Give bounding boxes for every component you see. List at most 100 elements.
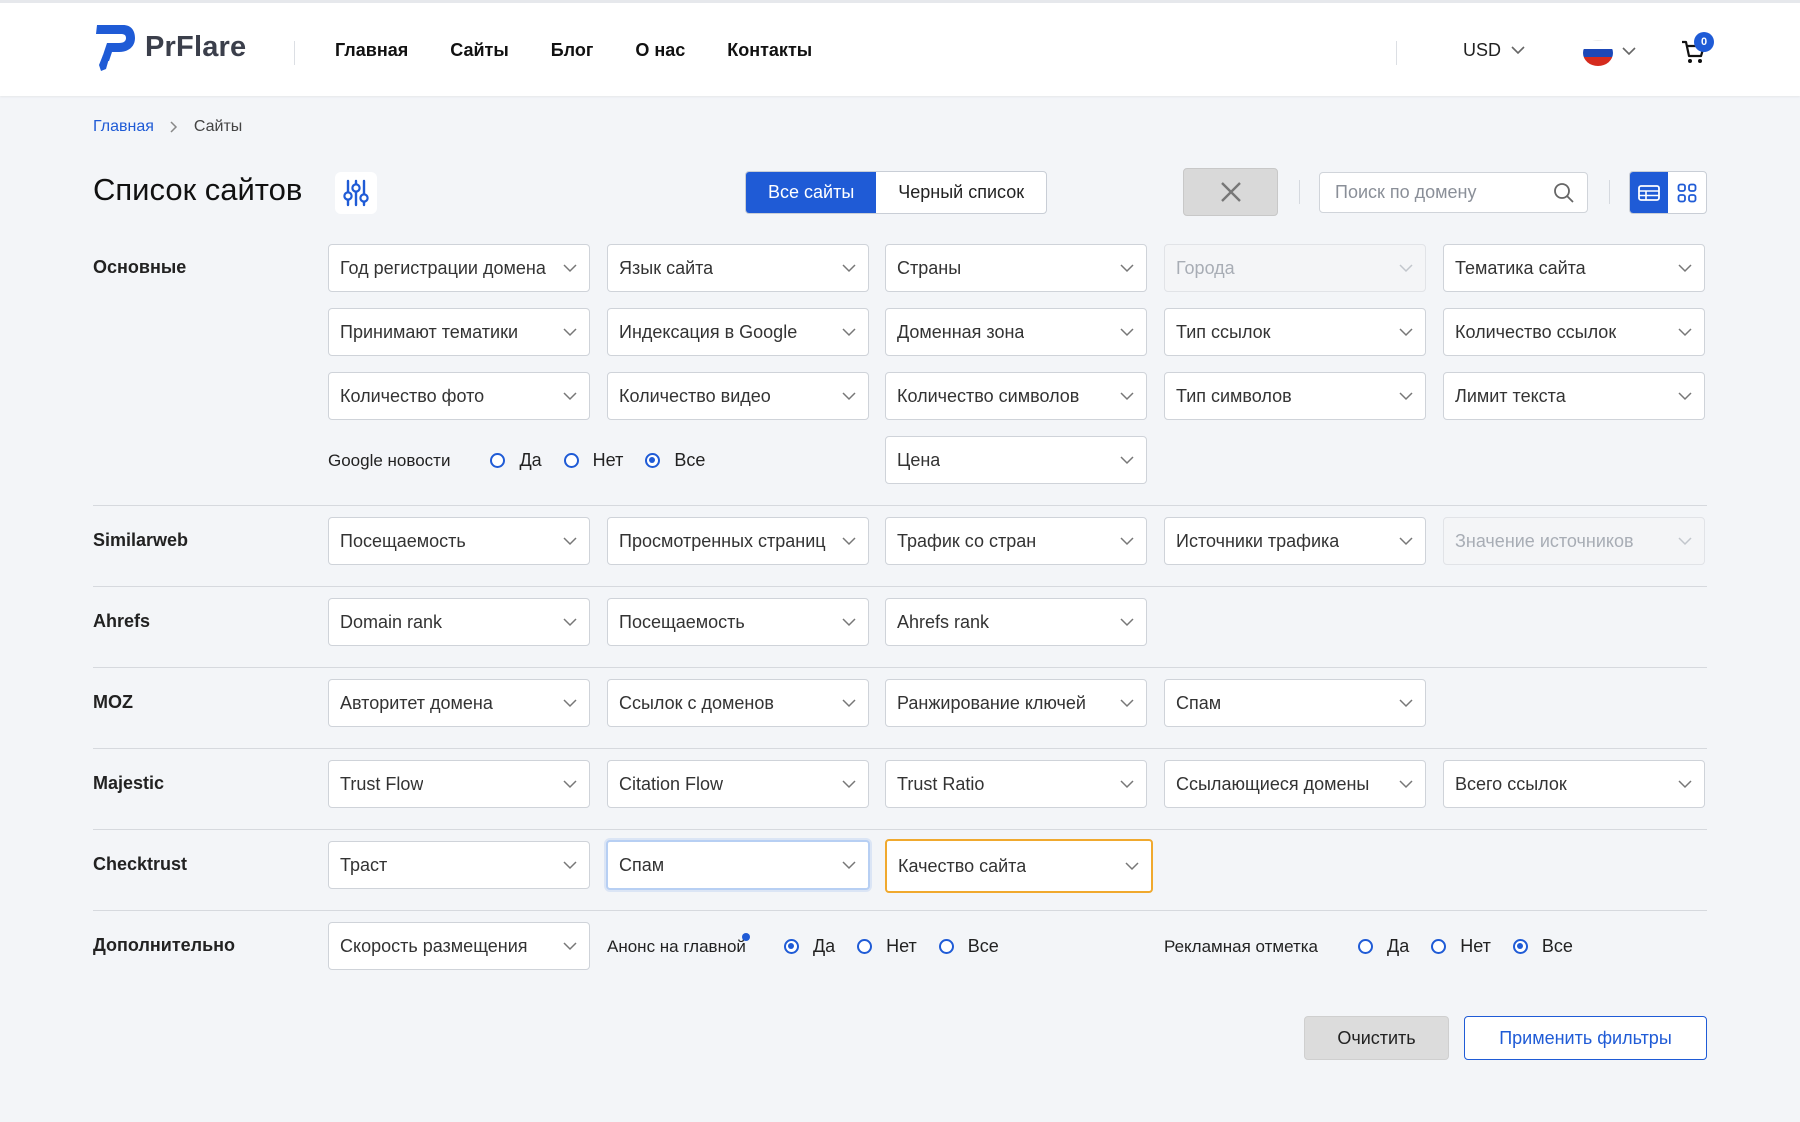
radio-dot[interactable] [1358,939,1374,954]
chevron-down-icon [1399,391,1413,400]
filter-sw-country-traffic[interactable]: Трафик со стран [885,517,1147,565]
chevron-down-icon[interactable] [1622,41,1636,63]
filter-total-links[interactable]: Всего ссылок [1443,760,1705,808]
view-mode-toggle [1629,171,1707,214]
filter-sw-visits[interactable]: Посещаемость [328,517,590,565]
filter-trust-flow[interactable]: Trust Flow [328,760,590,808]
radio-dot[interactable] [857,939,873,954]
clear-filters-button[interactable]: Очистить [1304,1016,1449,1060]
chevron-down-icon [1120,327,1134,336]
info-dot-icon [741,932,750,941]
filter-text-limit[interactable]: Лимит текста [1443,372,1705,420]
apply-filters-button[interactable]: Применить фильтры [1464,1016,1707,1060]
tab-blacklist[interactable]: Черный список [876,172,1046,213]
filter-placement-speed[interactable]: Скорость размещения [328,922,590,970]
chevron-down-icon [563,263,577,272]
nav-about[interactable]: О нас [635,40,685,61]
filter-ahrefs-visits[interactable]: Посещаемость [607,598,869,646]
ad-mark-all[interactable]: Все [1512,936,1573,957]
breadcrumb: Главная Сайты [93,118,242,136]
filter-citation-flow[interactable]: Citation Flow [607,760,869,808]
filter-video-count[interactable]: Количество видео [607,372,869,420]
grid-view-button[interactable] [1668,172,1706,213]
filter-checktrust-trust[interactable]: Траст [328,841,590,889]
nav-contacts[interactable]: Контакты [727,40,812,61]
search-input[interactable] [1335,182,1553,203]
radio-dot[interactable] [938,939,954,954]
table-view-button[interactable] [1630,172,1668,213]
logo[interactable]: PrFlare [93,21,246,73]
flag-ru-icon[interactable] [1583,40,1613,66]
filter-cities-label: Города [1176,257,1235,278]
filter-domain-year[interactable]: Год регистрации домена [328,244,590,292]
filter-photo-count[interactable]: Количество фото [328,372,590,420]
filter-moz-domain-authority[interactable]: Авторитет домена [328,679,590,727]
currency-select[interactable]: USD [1463,40,1525,61]
filter-checktrust-quality[interactable]: Качество сайта [885,839,1153,893]
filter-char-count[interactable]: Количество символов [885,372,1147,420]
filter-sw-traffic-sources[interactable]: Источники трафика [1164,517,1426,565]
filter-moz-keyword-ranking-label: Ранжирование ключей [897,692,1086,713]
radio-dot[interactable] [783,939,799,954]
radio-dot[interactable] [1431,939,1447,954]
filter-google-index[interactable]: Индексация в Google [607,308,869,356]
main-nav: Главная Сайты Блог О нас Контакты [335,40,812,61]
ad-mark-yes[interactable]: Да [1358,936,1409,957]
breadcrumb-home[interactable]: Главная [93,118,154,136]
announce-no[interactable]: Нет [857,936,917,957]
filter-moz-spam[interactable]: Спам [1164,679,1426,727]
search-icon[interactable] [1553,182,1575,204]
header-divider [1396,41,1397,65]
filter-site-language[interactable]: Язык сайта [607,244,869,292]
filter-ahrefs-domain-rank-label: Domain rank [340,611,443,632]
filter-moz-linking-domains[interactable]: Ссылок с доменов [607,679,869,727]
filter-sw-pageviews[interactable]: Просмотренных страниц [607,517,869,565]
filter-site-topic[interactable]: Тематика сайта [1443,244,1705,292]
filter-link-count[interactable]: Количество ссылок [1443,308,1705,356]
filter-ahrefs-visits-label: Посещаемость [619,611,745,632]
chevron-down-icon [1399,536,1413,545]
cart-count-badge: 0 [1694,32,1714,52]
radio-dot[interactable] [1512,939,1528,954]
filter-domain-zone[interactable]: Доменная зона [885,308,1147,356]
page-title: Список сайтов [93,172,303,207]
nav-home[interactable]: Главная [335,40,408,61]
filter-sw-source-value-label: Значение источников [1455,530,1634,551]
ad-mark-no[interactable]: Нет [1431,936,1491,957]
announce-yes[interactable]: Да [783,936,835,957]
announce-all[interactable]: Все [938,936,999,957]
filter-link-type[interactable]: Тип ссылок [1164,308,1426,356]
homepage-announce-label-text: Анонс на главной [607,936,746,956]
filter-accepted-topics[interactable]: Принимают тематики [328,308,590,356]
radio-dot[interactable] [645,453,661,468]
filter-char-type[interactable]: Тип символов [1164,372,1426,420]
google-news-no[interactable]: Нет [563,450,623,471]
filter-checktrust-spam[interactable]: Спам [606,840,870,890]
radio-dot[interactable] [490,453,506,468]
close-filters-button[interactable] [1183,168,1278,216]
radio-dot[interactable] [563,453,579,468]
filter-video-count-label: Количество видео [619,385,771,406]
section-divider [93,910,1707,911]
filter-sw-pageviews-label: Просмотренных страниц [619,530,826,551]
filter-referring-domains[interactable]: Ссылающиеся домены [1164,760,1426,808]
google-news-yes[interactable]: Да [490,450,542,471]
filter-trust-ratio[interactable]: Trust Ratio [885,760,1147,808]
google-news-label: Google новости [328,450,451,470]
filter-price[interactable]: Цена [885,436,1147,484]
tab-all-sites[interactable]: Все сайты [746,172,877,213]
filter-countries-label: Страны [897,257,962,278]
filter-ahrefs-rank[interactable]: Ahrefs rank [885,598,1147,646]
filter-price-label: Цена [897,449,941,470]
chevron-down-icon [1678,536,1692,545]
chevron-down-icon [1120,698,1134,707]
filter-countries[interactable]: Страны [885,244,1147,292]
nav-blog[interactable]: Блог [551,40,594,61]
filter-cities: Города [1164,244,1426,292]
nav-sites[interactable]: Сайты [450,40,508,61]
filter-ahrefs-domain-rank[interactable]: Domain rank [328,598,590,646]
google-news-all[interactable]: Все [645,450,705,471]
section-moz-label: MOZ [93,692,133,712]
filters-toggle-button[interactable] [335,172,377,214]
filter-moz-keyword-ranking[interactable]: Ранжирование ключей [885,679,1147,727]
